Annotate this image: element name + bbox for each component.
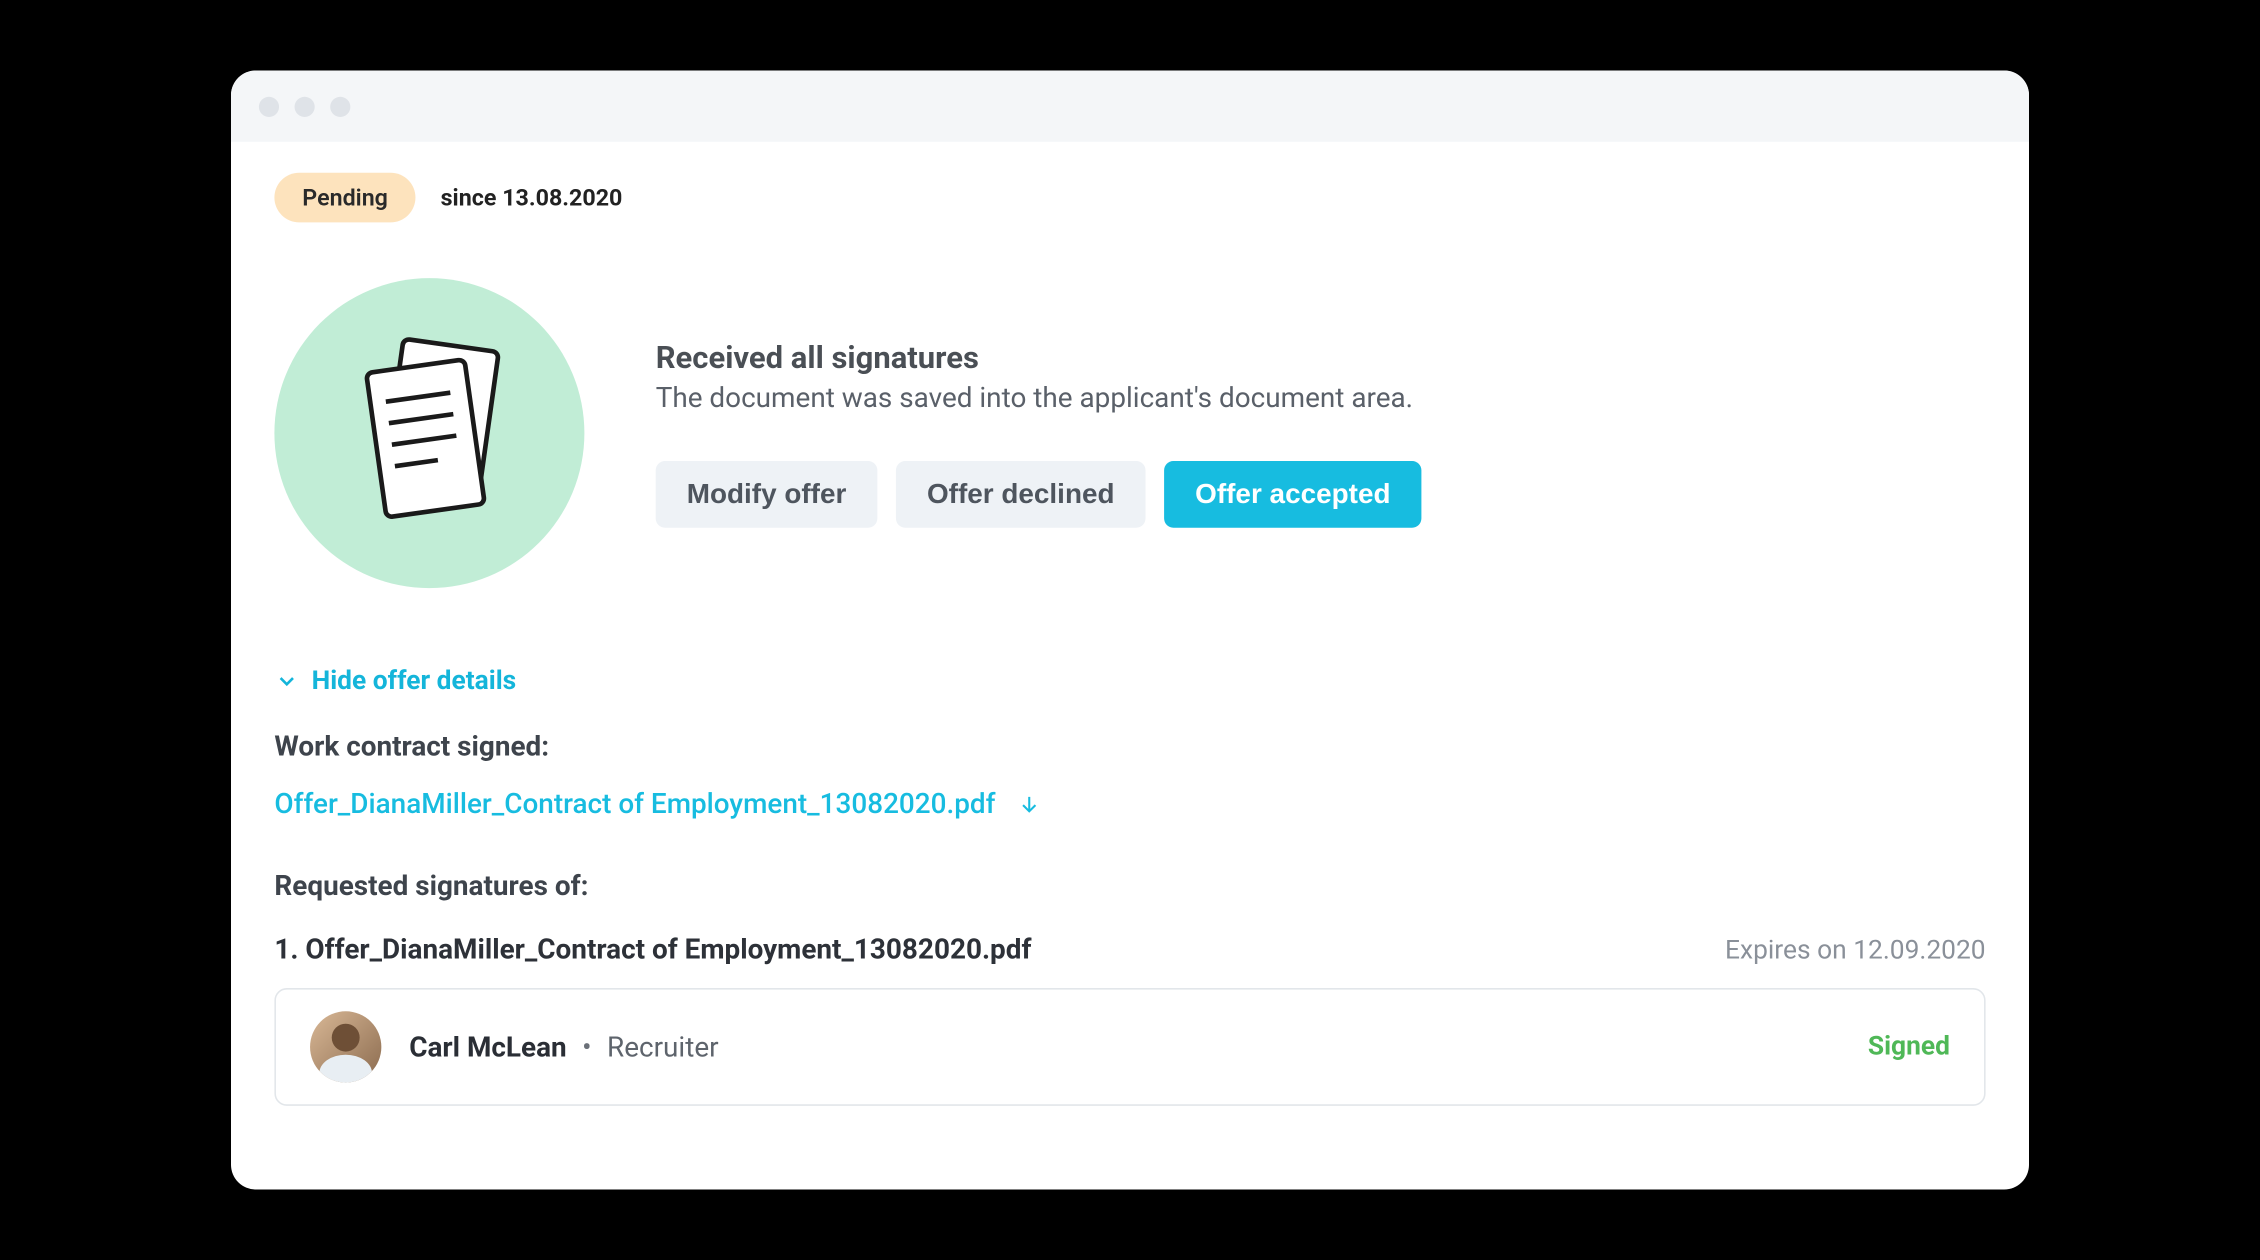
hero-subtitle: The document was saved into the applican… (656, 382, 1422, 415)
signer-info: Carl McLean • Recruiter (409, 1031, 718, 1064)
offer-declined-button[interactable]: Offer declined (896, 461, 1146, 528)
hero-text: Received all signatures The document was… (656, 339, 1422, 528)
window-close-icon[interactable] (259, 96, 279, 116)
signature-expires: Expires on 12.09.2020 (1725, 935, 1986, 966)
contract-section-label: Work contract signed: (274, 731, 1985, 764)
separator-dot: • (582, 1031, 591, 1064)
contract-file-name: Offer_DianaMiller_Contract of Employment… (274, 788, 995, 821)
documents-illustration-icon (274, 278, 584, 588)
status-badge: Pending (274, 173, 415, 223)
toggle-offer-details-label: Hide offer details (312, 666, 517, 697)
modify-offer-button[interactable]: Modify offer (656, 461, 878, 528)
content-area: Pending since 13.08.2020 (231, 142, 2029, 1190)
signer-card: Carl McLean • Recruiter Signed (274, 988, 1985, 1106)
hero-section: Received all signatures The document was… (274, 278, 1985, 588)
contract-file-link[interactable]: Offer_DianaMiller_Contract of Employment… (274, 788, 1985, 821)
signature-document-row: 1. Offer_DianaMiller_Contract of Employm… (274, 934, 1985, 967)
signer-name: Carl McLean (409, 1031, 566, 1064)
toggle-offer-details[interactable]: Hide offer details (274, 666, 1985, 697)
hero-title: Received all signatures (656, 339, 1422, 376)
signer-status-badge: Signed (1868, 1031, 1950, 1062)
status-row: Pending since 13.08.2020 (274, 173, 1985, 223)
window-titlebar (231, 70, 2029, 141)
avatar (310, 1011, 381, 1082)
action-buttons: Modify offer Offer declined Offer accept… (656, 461, 1422, 528)
app-window: Pending since 13.08.2020 (231, 70, 2029, 1189)
status-since: since 13.08.2020 (441, 184, 623, 212)
window-minimize-icon[interactable] (295, 96, 315, 116)
window-maximize-icon[interactable] (330, 96, 350, 116)
offer-accepted-button[interactable]: Offer accepted (1164, 461, 1421, 528)
chevron-down-icon (274, 669, 299, 694)
download-icon (1017, 792, 1042, 817)
signer-role: Recruiter (607, 1031, 719, 1064)
signature-document-name: 1. Offer_DianaMiller_Contract of Employm… (274, 934, 1031, 967)
signatures-section-label: Requested signatures of: (274, 870, 1985, 903)
